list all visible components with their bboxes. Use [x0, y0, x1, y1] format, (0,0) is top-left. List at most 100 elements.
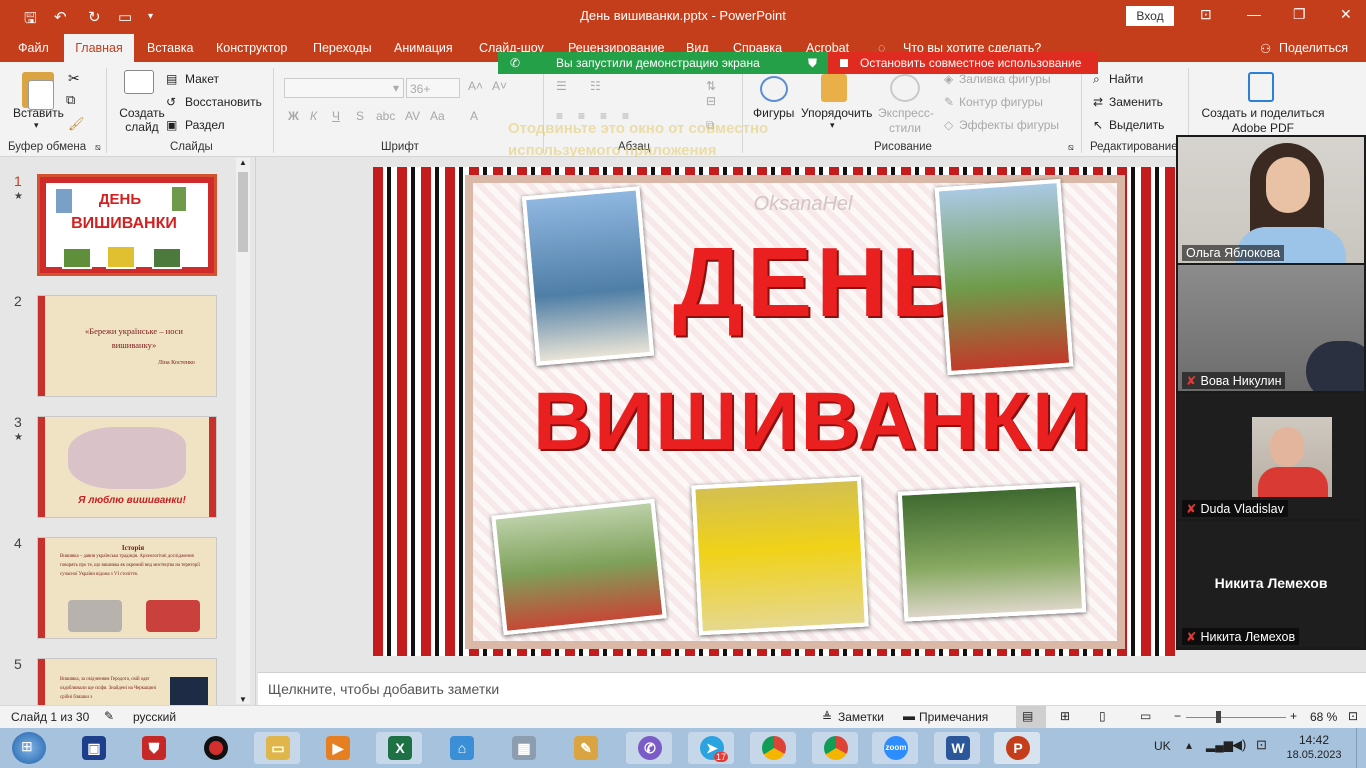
notes-button[interactable]: Заметки [838, 710, 884, 724]
bold-button[interactable]: Ж [288, 109, 299, 123]
copy-icon[interactable]: ⧉ [66, 92, 75, 108]
paste-dropdown-icon[interactable]: ▾ [34, 120, 39, 131]
slide-thumbnail-1[interactable]: ДЕНЬ ВИШИВАНКИ [37, 174, 217, 276]
decrease-font-icon[interactable]: A˅ [492, 79, 507, 93]
tray-expand-icon[interactable]: ▴ [1186, 738, 1192, 752]
sign-in-button[interactable]: Вход [1126, 6, 1174, 26]
taskbar-app[interactable] [192, 732, 238, 764]
replace-button[interactable]: Заменить [1109, 95, 1163, 109]
numbering-icon[interactable]: ☷ [590, 79, 601, 93]
proofing-icon[interactable]: ✎ [104, 709, 114, 723]
video-tile[interactable]: ✘ Duda Vladislav [1178, 393, 1364, 519]
language-status[interactable]: русский [133, 710, 176, 724]
fit-slide-icon[interactable]: ⊡ [1348, 709, 1358, 723]
taskbar-app[interactable]: ▦ [500, 732, 546, 764]
close-icon[interactable]: ✕ [1340, 6, 1352, 23]
slide-canvas[interactable]: OksanaHel ДЕНЬ ВИШИВАНКИ [373, 167, 1175, 656]
tab-file[interactable]: Файл [18, 41, 49, 55]
select-button[interactable]: Выделить [1109, 118, 1164, 132]
keyboard-language[interactable]: UK [1154, 739, 1171, 753]
font-size-select[interactable]: 36+ [406, 78, 460, 98]
taskbar-app[interactable]: ⌂ [438, 732, 484, 764]
spacing-button[interactable]: AV [405, 109, 420, 123]
scroll-thumb[interactable] [238, 172, 248, 252]
clipboard-launcher-icon[interactable]: ⧅ [95, 142, 101, 153]
slide-thumbnail-2[interactable]: «Бережи українське – носи вишиванку» Лін… [37, 295, 217, 397]
section-button[interactable]: Раздел [185, 118, 225, 132]
taskbar-app[interactable]: ▶ [314, 732, 360, 764]
taskbar-app[interactable]: ✆ [626, 732, 672, 764]
shadow-button[interactable]: S [356, 109, 364, 123]
arrange-dropdown-icon[interactable]: ▾ [830, 120, 835, 131]
minimize-icon[interactable]: — [1247, 6, 1261, 22]
layout-button[interactable]: Макет [185, 72, 219, 86]
zoom-slider[interactable] [1186, 717, 1286, 718]
slideshow-view-icon[interactable]: ▭ [1140, 709, 1151, 723]
taskbar-app[interactable]: ✎ [562, 732, 608, 764]
format-painter-icon[interactable]: 🖌 [68, 116, 85, 132]
italic-button[interactable]: К [310, 109, 317, 123]
case-button[interactable]: Aa [430, 109, 445, 123]
scroll-down-icon[interactable]: ▼ [239, 695, 247, 704]
increase-font-icon[interactable]: A˄ [468, 79, 483, 93]
paste-button[interactable]: Вставить [13, 106, 64, 120]
notes-pane[interactable]: Щелкните, чтобы добавить заметки [258, 672, 1366, 705]
zoom-slider-thumb[interactable] [1216, 711, 1221, 723]
network-tray-icon[interactable]: ⊡ [1256, 737, 1267, 753]
maximize-icon[interactable]: ❐ [1293, 6, 1306, 23]
scroll-up-icon[interactable]: ▲ [239, 158, 247, 167]
taskbar-app[interactable] [812, 732, 858, 764]
align-text-icon[interactable]: ⊟ [706, 94, 716, 108]
video-tile[interactable]: Ольга Яблокова [1178, 137, 1364, 263]
tab-design[interactable]: Конструктор [216, 41, 287, 55]
volume-icon[interactable]: ◀) [1232, 737, 1246, 753]
taskbar-app[interactable]: ➤ 17 [688, 732, 734, 764]
signal-icon[interactable]: ▂▄▆ [1206, 738, 1233, 752]
clock-date[interactable]: 18.05.2023 [1282, 749, 1346, 761]
taskbar-app[interactable]: ▭ [254, 732, 300, 764]
cut-icon[interactable]: ✂ [68, 70, 80, 87]
taskbar-app[interactable]: ▣ [70, 732, 116, 764]
clock-time[interactable]: 14:42 [1286, 733, 1342, 747]
thumbnails-scrollbar[interactable]: ▲ ▼ [236, 158, 250, 704]
sorter-view-icon[interactable]: ⊞ [1060, 709, 1070, 723]
video-tile[interactable]: Никита Лемехов ✘ Никита Лемехов [1178, 521, 1364, 647]
taskbar-app[interactable]: W [934, 732, 980, 764]
new-slide-button[interactable]: Создать слайд [117, 106, 167, 134]
slide-thumbnail-5[interactable]: Вишивка, за свідченням Геродота, свій од… [37, 658, 217, 706]
slide-thumbnail-3[interactable]: Я люблю вишиванки! [37, 416, 217, 518]
text-direction-icon[interactable]: ⇅ [706, 79, 716, 93]
reading-view-icon[interactable]: ▯ [1099, 709, 1106, 723]
tab-insert[interactable]: Вставка [147, 41, 193, 55]
font-name-select[interactable]: ▾ [284, 78, 404, 98]
slide-thumbnail-4[interactable]: Історія Вишивка – давня українська тради… [37, 537, 217, 639]
stop-sharing-button[interactable]: Остановить совместное использование [828, 52, 1098, 74]
taskbar-app[interactable]: zoom [872, 732, 918, 764]
reset-button[interactable]: Восстановить [185, 95, 262, 109]
ribbon-display-icon[interactable]: ⊡ [1200, 6, 1212, 23]
taskbar-app[interactable]: ⛊ [130, 732, 176, 764]
show-desktop-button[interactable] [1356, 728, 1366, 768]
zoom-out-icon[interactable]: − [1174, 709, 1181, 723]
tab-animations[interactable]: Анимация [394, 41, 453, 55]
underline-button[interactable]: Ч [332, 109, 340, 123]
taskbar-app[interactable]: X [376, 732, 422, 764]
find-button[interactable]: Найти [1109, 72, 1143, 86]
taskbar-app[interactable]: P [994, 732, 1040, 764]
video-tile[interactable]: ✘ Вова Никулин [1178, 265, 1364, 391]
shape-outline-button[interactable]: Контур фигуры [959, 95, 1043, 109]
zoom-level[interactable]: 68 % [1310, 710, 1337, 724]
create-share-pdf-button[interactable]: Создать и поделиться Adobe PDF [1198, 106, 1328, 136]
bullets-icon[interactable]: ☰ [556, 79, 567, 93]
shape-effects-button[interactable]: Эффекты фигуры [959, 118, 1059, 132]
strike-button[interactable]: abc [376, 109, 395, 123]
font-color-button[interactable]: A [470, 109, 478, 123]
zoom-in-icon[interactable]: + [1290, 709, 1297, 723]
share-button[interactable]: Поделиться [1279, 41, 1348, 55]
taskbar-app[interactable] [750, 732, 796, 764]
quick-styles-button[interactable]: Экспресс-стили [878, 106, 934, 136]
tab-home[interactable]: Главная [64, 34, 134, 64]
shape-fill-button[interactable]: Заливка фигуры [959, 72, 1051, 86]
tab-transitions[interactable]: Переходы [313, 41, 372, 55]
comments-button[interactable]: Примечания [919, 710, 988, 724]
